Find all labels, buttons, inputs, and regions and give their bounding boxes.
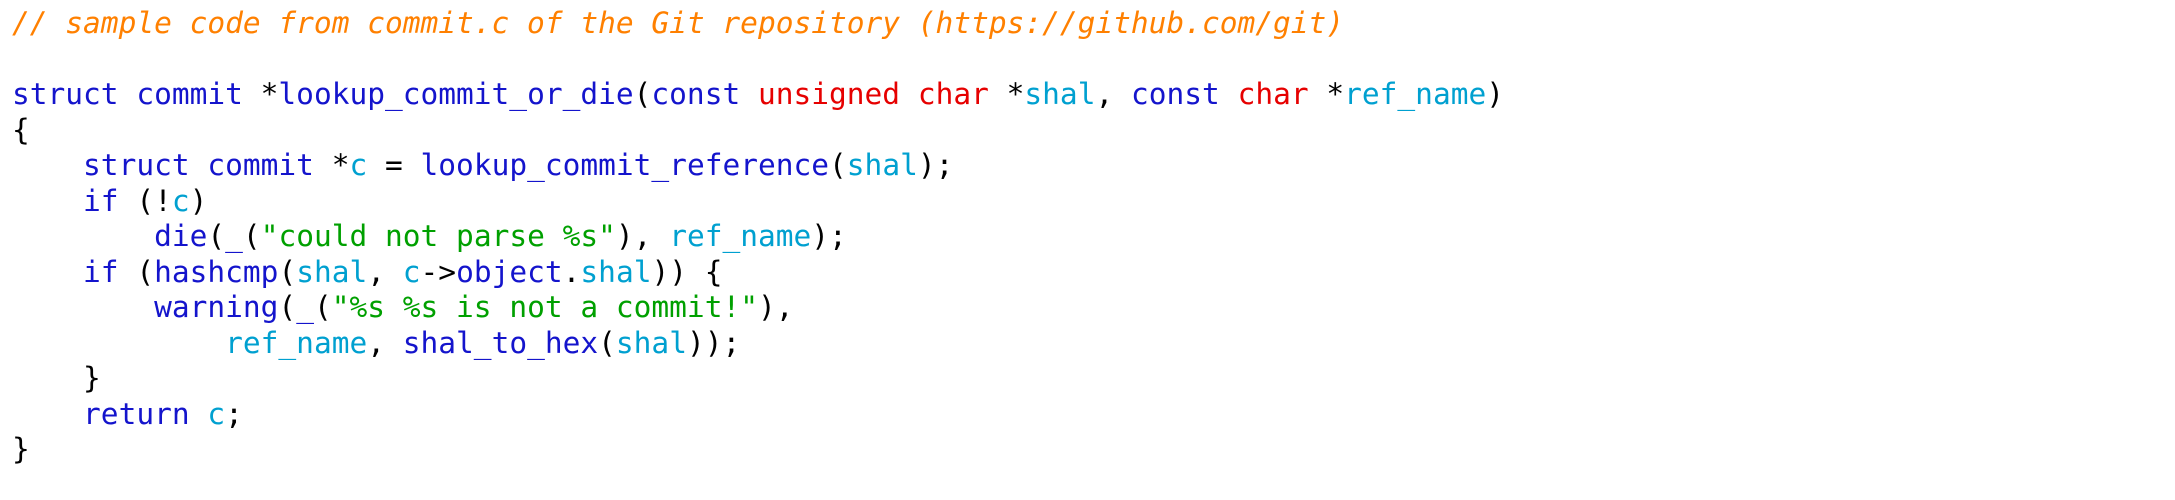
token-plain: , bbox=[367, 325, 403, 360]
token-plain: ( bbox=[207, 219, 226, 253]
token-keyword: const bbox=[651, 77, 758, 111]
token-plain: } bbox=[12, 432, 30, 466]
token-plain: ( bbox=[598, 325, 616, 360]
line-7-die: die(_("could not parse %s"), ref_name); bbox=[12, 219, 2175, 255]
line-10-warning-args: ref_name, shal_to_hex(shal)); bbox=[12, 326, 2175, 362]
token-function: lookup_commit_or_die bbox=[278, 77, 634, 111]
token-plain: * bbox=[1326, 77, 1345, 111]
token-plain: = bbox=[367, 148, 421, 182]
token-identifier: shal bbox=[615, 325, 687, 360]
token-string: "%s %s is not a commit!" bbox=[331, 290, 758, 324]
token-plain: ( bbox=[278, 254, 297, 289]
line-6-if-not-c: if (!c) bbox=[12, 184, 2175, 220]
line-3-signature: struct commit *lookup_commit_or_die(cons… bbox=[12, 77, 2175, 113]
line-13-close-brace: } bbox=[12, 432, 2175, 468]
token-function: shal_to_hex bbox=[402, 325, 599, 360]
token-plain: ) bbox=[1486, 77, 1504, 111]
token-function: die bbox=[154, 219, 208, 253]
token-plain: )) { bbox=[651, 254, 723, 289]
token-identifier: c bbox=[171, 183, 190, 218]
token-function: lookup_commit_reference bbox=[420, 148, 830, 182]
token-plain: (! bbox=[118, 183, 172, 218]
token-comment: // sample code from commit.c of the Git … bbox=[12, 6, 1345, 40]
token-keyword: const bbox=[1130, 77, 1238, 111]
token-keyword: struct commit bbox=[12, 77, 261, 111]
token-keyword: struct commit bbox=[83, 148, 332, 182]
line-1-comment: // sample code from commit.c of the Git … bbox=[12, 6, 2175, 42]
token-identifier: shal bbox=[1024, 77, 1096, 111]
token-plain: , bbox=[367, 254, 403, 289]
token-plain: -> bbox=[420, 254, 457, 289]
token-plain: { bbox=[12, 112, 30, 147]
token-plain: ), bbox=[757, 290, 794, 324]
token-keyword: return bbox=[83, 396, 190, 431]
token-plain: } bbox=[12, 361, 101, 395]
token-function: warning bbox=[154, 290, 279, 324]
token-keyword: if bbox=[83, 254, 119, 289]
token-keyword: if bbox=[83, 183, 119, 218]
token-plain: ), bbox=[615, 219, 670, 253]
token-keyword: object bbox=[456, 254, 563, 289]
line-8-if-hashcmp: if (hashcmp(shal, c->object.shal)) { bbox=[12, 255, 2175, 291]
token-identifier: c bbox=[207, 396, 226, 431]
token-plain: ) bbox=[189, 183, 208, 218]
token-type: char bbox=[1237, 77, 1327, 111]
token-plain: * bbox=[260, 77, 279, 111]
token-plain: ( bbox=[242, 219, 261, 253]
token-identifier: ref_name bbox=[225, 325, 368, 360]
token-identifier: ref_name bbox=[669, 219, 812, 253]
token-plain: ( bbox=[633, 77, 652, 111]
token-identifier: ref_name bbox=[1344, 77, 1487, 111]
token-type: unsigned char bbox=[757, 77, 1007, 111]
line-4-open-brace: { bbox=[12, 113, 2175, 149]
token-identifier: shal bbox=[580, 254, 652, 289]
line-5-declaration: struct commit *c = lookup_commit_referen… bbox=[12, 148, 2175, 184]
token-identifier: shal bbox=[846, 148, 918, 182]
token-plain: ); bbox=[811, 219, 847, 253]
token-plain: ; bbox=[225, 396, 243, 431]
token-identifier: c bbox=[349, 148, 368, 182]
token-plain: ( bbox=[118, 254, 155, 289]
token-plain: ( bbox=[313, 290, 332, 324]
token-identifier: shal bbox=[296, 254, 368, 289]
token-plain: ( bbox=[829, 148, 847, 182]
line-11-close-if: } bbox=[12, 361, 2175, 397]
token-function: hashcmp bbox=[154, 254, 279, 289]
token-plain: . bbox=[562, 254, 581, 289]
token-plain: * bbox=[1006, 77, 1025, 111]
token-plain: ( bbox=[278, 290, 297, 324]
token-function: _ bbox=[296, 290, 314, 324]
token-identifier: c bbox=[402, 254, 421, 289]
token-plain: )); bbox=[686, 325, 741, 360]
line-12-return: return c; bbox=[12, 397, 2175, 433]
token-plain: , bbox=[1095, 77, 1131, 111]
line-2-blank bbox=[12, 42, 2175, 78]
token-plain: ); bbox=[917, 148, 954, 182]
token-function: _ bbox=[225, 219, 243, 253]
token-plain: * bbox=[331, 148, 350, 182]
token-string: "could not parse %s" bbox=[260, 219, 616, 253]
line-9-warning: warning(_("%s %s is not a commit!"), bbox=[12, 290, 2175, 326]
code-block[interactable]: // sample code from commit.c of the Git … bbox=[0, 0, 2175, 468]
